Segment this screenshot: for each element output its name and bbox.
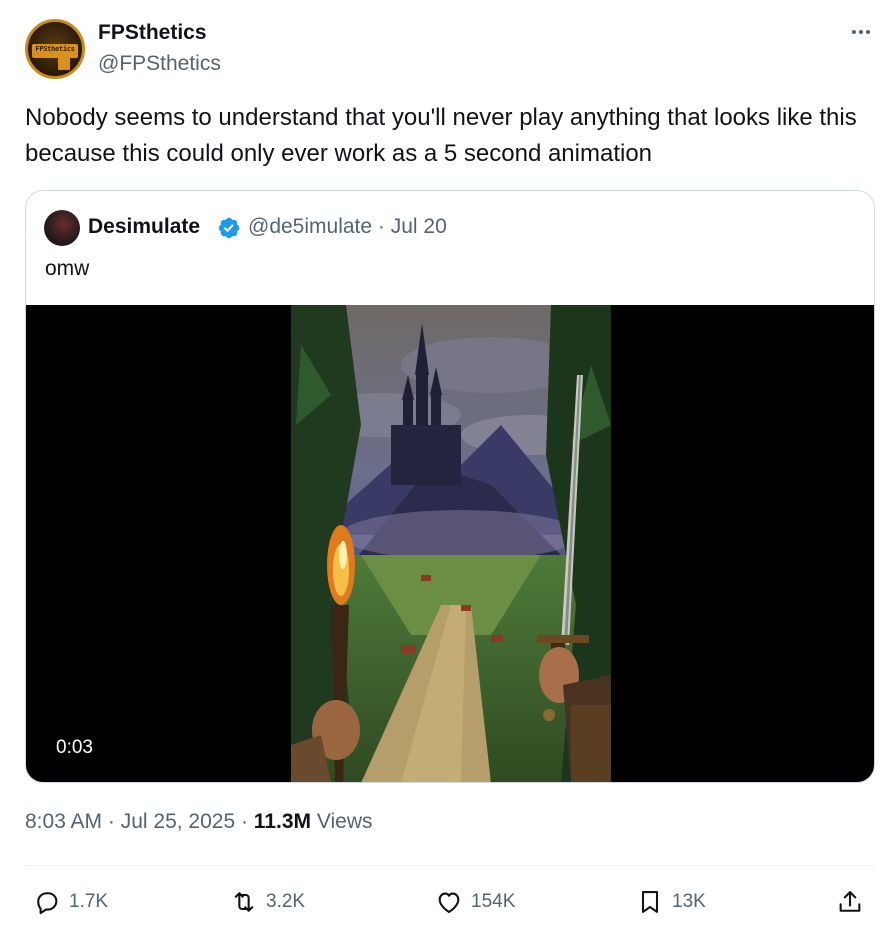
tweet-meta: 8:03 AM · Jul 25, 2025 · 11.3M Views xyxy=(25,810,373,834)
video-player[interactable]: 0:03 xyxy=(26,305,874,782)
heart-icon xyxy=(438,892,460,913)
author-name[interactable]: FPSthetics xyxy=(98,21,207,45)
quoted-handle-date[interactable]: @de5imulate · Jul 20 xyxy=(248,215,447,239)
bookmark-button[interactable]: 13K xyxy=(636,880,706,924)
repost-button[interactable]: 3.2K xyxy=(230,880,305,924)
like-count: 154K xyxy=(471,891,516,912)
reply-count: 1.7K xyxy=(69,891,109,912)
bookmark-count: 13K xyxy=(672,891,706,912)
quoted-text: omw xyxy=(45,257,90,280)
author-avatar[interactable]: FPSthetics xyxy=(25,19,85,79)
repost-icon xyxy=(234,892,254,912)
repost-count: 3.2K xyxy=(266,891,306,912)
author-handle[interactable]: @FPSthetics xyxy=(98,52,221,76)
video-frame xyxy=(291,305,611,782)
views-count: 11.3M xyxy=(253,810,312,833)
reply-icon xyxy=(37,892,58,915)
tweet: FPSthetics FPSthetics @FPSthetics Nobody… xyxy=(0,0,892,940)
tweet-text: Nobody seems to understand that you'll n… xyxy=(25,104,857,167)
more-dots-icon xyxy=(852,30,856,34)
divider xyxy=(25,865,875,866)
more-options-button[interactable] xyxy=(846,18,876,46)
quoted-author-name[interactable]: Desimulate xyxy=(88,215,200,239)
views-label: Views xyxy=(311,810,373,833)
verified-badge-icon xyxy=(218,217,240,239)
quoted-tweet[interactable]: Desimulate @de5imulate · Jul 20 omw 0:03 xyxy=(25,190,875,783)
bookmark-icon xyxy=(641,891,659,913)
action-bar: 1.7K 3.2K 154K 13K xyxy=(0,880,892,924)
video-timestamp: 0:03 xyxy=(56,737,93,758)
like-button[interactable]: 154K xyxy=(435,880,515,924)
tweet-timestamp[interactable]: 8:03 AM · Jul 25, 2025 · xyxy=(25,810,254,833)
share-button[interactable] xyxy=(836,880,864,924)
reply-button[interactable]: 1.7K xyxy=(33,880,108,924)
avatar-logo-text: FPSthetics xyxy=(35,45,75,53)
quoted-avatar[interactable] xyxy=(44,210,80,246)
share-icon xyxy=(839,891,861,912)
